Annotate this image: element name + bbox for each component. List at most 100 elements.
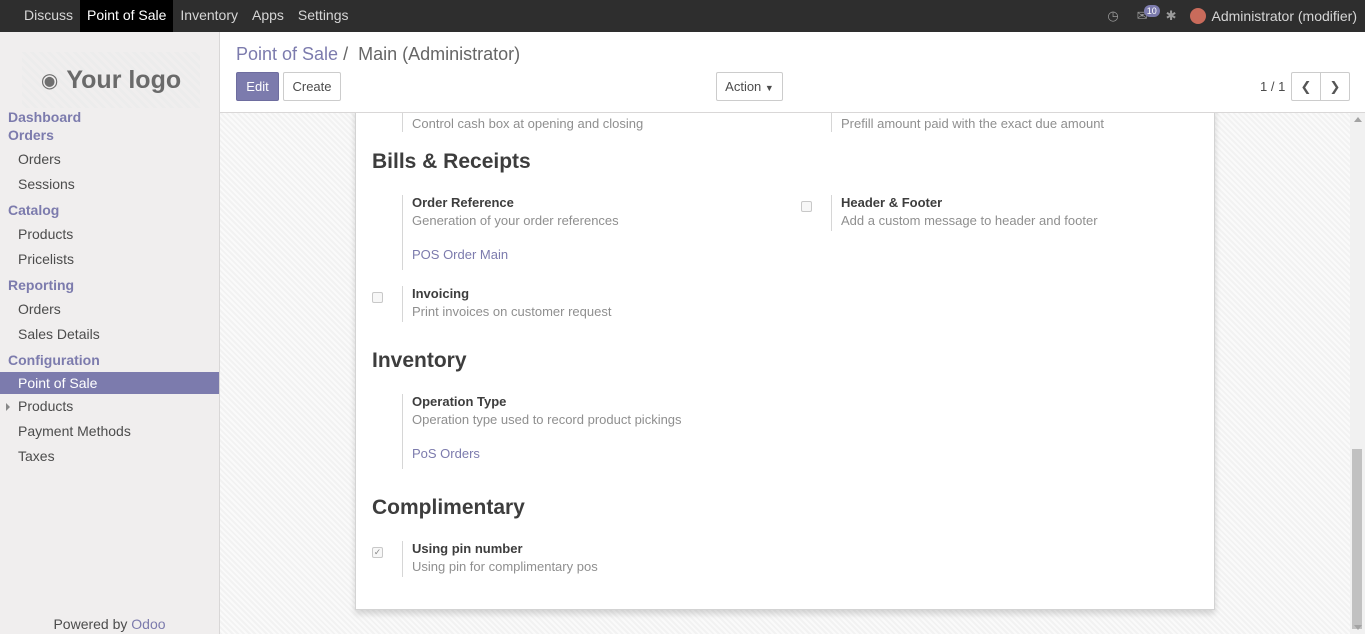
invoicing-checkbox[interactable] <box>372 292 383 303</box>
invoicing-desc: Print invoices on customer request <box>412 304 612 319</box>
camera-icon: ◉ <box>40 69 59 92</box>
operation-type-desc: Operation type used to record product pi… <box>412 412 682 427</box>
main-menu: Discuss Point of Sale Inventory Apps Set… <box>0 0 356 32</box>
breadcrumb-separator: / <box>343 44 349 64</box>
divider <box>402 113 403 132</box>
sidebar-label: Orders <box>18 151 61 167</box>
vertical-scrollbar[interactable] <box>1350 113 1365 634</box>
header-footer-checkbox[interactable] <box>801 201 812 212</box>
breadcrumb-parent[interactable]: Point of Sale <box>236 44 338 64</box>
sidebar-section-catalog[interactable]: Catalog <box>0 201 219 219</box>
sidebar: ◉ Your logo Dashboard Orders Orders Session… <box>0 32 220 634</box>
pager-next-button[interactable]: ❯ <box>1320 72 1350 101</box>
caret-right-icon <box>6 403 10 411</box>
invoicing-setting: Invoicing Print invoices on customer req… <box>402 286 782 322</box>
section-inventory: Inventory <box>372 349 467 372</box>
sidebar-label: Sessions <box>18 176 75 192</box>
sidebar-item-orders[interactable]: Orders <box>0 147 219 172</box>
sidebar-item-taxes[interactable]: Taxes <box>0 444 219 469</box>
sidebar-label: Orders <box>8 127 54 143</box>
sidebar-item-sessions[interactable]: Sessions <box>0 172 219 197</box>
powered-by-text: Powered by <box>53 616 128 632</box>
sidebar-label: Point of Sale <box>18 375 98 391</box>
top-navbar: Discuss Point of Sale Inventory Apps Set… <box>0 0 1365 32</box>
pager-value[interactable]: 1 / 1 <box>1260 79 1285 94</box>
sidebar-label: Catalog <box>8 202 60 218</box>
section-bills-receipts: Bills & Receipts <box>372 150 531 173</box>
pin-number-desc: Using pin for complimentary pos <box>412 559 598 574</box>
user-menu[interactable]: Administrator (modifier) <box>1212 8 1357 24</box>
breadcrumb: Point of Sale / Main (Administrator) <box>236 44 520 65</box>
cashbox-desc: Control cash box at opening and closing <box>412 116 644 131</box>
divider <box>402 394 403 469</box>
sidebar-label: Orders <box>18 301 61 317</box>
menu-settings[interactable]: Settings <box>291 0 356 32</box>
chevron-right-icon: ❯ <box>1329 79 1341 94</box>
checkmark-icon: ✓ <box>373 547 382 557</box>
breadcrumb-current: Main (Administrator) <box>358 44 521 64</box>
chevron-left-icon: ❮ <box>1300 79 1312 94</box>
sidebar-item-products[interactable]: Products <box>0 222 219 247</box>
edit-button[interactable]: Edit <box>236 72 279 101</box>
action-dropdown[interactable]: Action ▼ <box>716 72 783 101</box>
sidebar-section-configuration[interactable]: Configuration <box>0 351 219 369</box>
divider <box>402 195 403 270</box>
sidebar-item-payment-methods[interactable]: Payment Methods <box>0 419 219 444</box>
avatar[interactable] <box>1189 8 1206 24</box>
menu-inventory[interactable]: Inventory <box>173 0 245 32</box>
cashbox-setting: Control cash box at opening and closing <box>402 113 782 132</box>
sidebar-label: Sales Details <box>18 326 100 342</box>
scrollbar-thumb[interactable] <box>1352 449 1362 629</box>
bug-icon[interactable]: ✱ <box>1166 8 1177 24</box>
divider <box>831 195 832 231</box>
logo-text: Your logo <box>66 65 182 94</box>
header-footer-setting: Header & Footer Add a custom message to … <box>831 195 1211 231</box>
sidebar-section-reporting[interactable]: Reporting <box>0 276 219 294</box>
sidebar-label: Reporting <box>8 277 75 293</box>
sidebar-label: Products <box>18 226 74 242</box>
odoo-link[interactable]: Odoo <box>131 616 165 632</box>
systray: ◷ ✉ 10 ✱ Administrator (modifier) <box>1098 0 1357 32</box>
operation-type-setting: Operation Type Operation type used to re… <box>402 394 782 469</box>
sidebar-label: Configuration <box>8 352 100 368</box>
pin-number-label: Using pin number <box>412 541 523 556</box>
header-footer-desc: Add a custom message to header and foote… <box>841 213 1098 228</box>
sidebar-section-dashboard[interactable]: Dashboard <box>0 108 219 126</box>
order-reference-value[interactable]: POS Order Main <box>412 247 508 262</box>
pin-number-setting: Using pin number Using pin for complimen… <box>402 541 782 577</box>
scroll-down-arrow[interactable] <box>1354 625 1362 630</box>
order-reference-label: Order Reference <box>412 195 514 210</box>
clock-icon[interactable]: ◷ <box>1107 8 1118 24</box>
form-sheet: Control cash box at opening and closing … <box>355 113 1215 610</box>
menu-point-of-sale[interactable]: Point of Sale <box>80 0 174 32</box>
pin-number-checkbox[interactable]: ✓ <box>372 547 383 558</box>
sidebar-nav: Dashboard Orders Orders Sessions Catalog Prod… <box>0 108 219 469</box>
sidebar-label: Taxes <box>18 448 55 464</box>
caret-down-icon: ▼ <box>764 83 774 93</box>
pager-previous-button[interactable]: ❮ <box>1291 72 1321 101</box>
scroll-up-arrow[interactable] <box>1354 117 1362 122</box>
order-reference-setting: Order Reference Generation of your order… <box>402 195 782 270</box>
prefill-desc: Prefill amount paid with the exact due a… <box>841 116 1105 131</box>
sidebar-item-orders[interactable]: Orders <box>0 297 219 322</box>
powered-by: Powered by Odoo <box>0 616 219 632</box>
operation-type-label: Operation Type <box>412 394 507 409</box>
menu-apps[interactable]: Apps <box>245 0 291 32</box>
divider <box>402 541 403 577</box>
operation-type-value[interactable]: PoS Orders <box>412 446 480 461</box>
messages-icon[interactable]: ✉ 10 <box>1137 5 1160 24</box>
sidebar-section-orders[interactable]: Orders <box>0 126 219 144</box>
sidebar-item-pricelists[interactable]: Pricelists <box>0 247 219 272</box>
sidebar-item-sales-details[interactable]: Sales Details <box>0 322 219 347</box>
menu-discuss[interactable]: Discuss <box>17 0 80 32</box>
order-reference-desc: Generation of your order references <box>412 213 619 228</box>
prefill-setting: Prefill amount paid with the exact due a… <box>831 113 1211 132</box>
control-panel: Point of Sale / Main (Administrator) Edi… <box>220 32 1365 113</box>
company-logo[interactable]: ◉ Your logo <box>22 52 200 108</box>
action-label: Action <box>725 79 762 94</box>
create-button[interactable]: Create <box>283 72 341 101</box>
sidebar-item-products[interactable]: Products <box>0 394 219 419</box>
sidebar-item-point-of-sale[interactable]: Point of Sale <box>0 372 219 394</box>
invoicing-label: Invoicing <box>412 286 470 301</box>
sidebar-label: Dashboard <box>8 109 82 125</box>
